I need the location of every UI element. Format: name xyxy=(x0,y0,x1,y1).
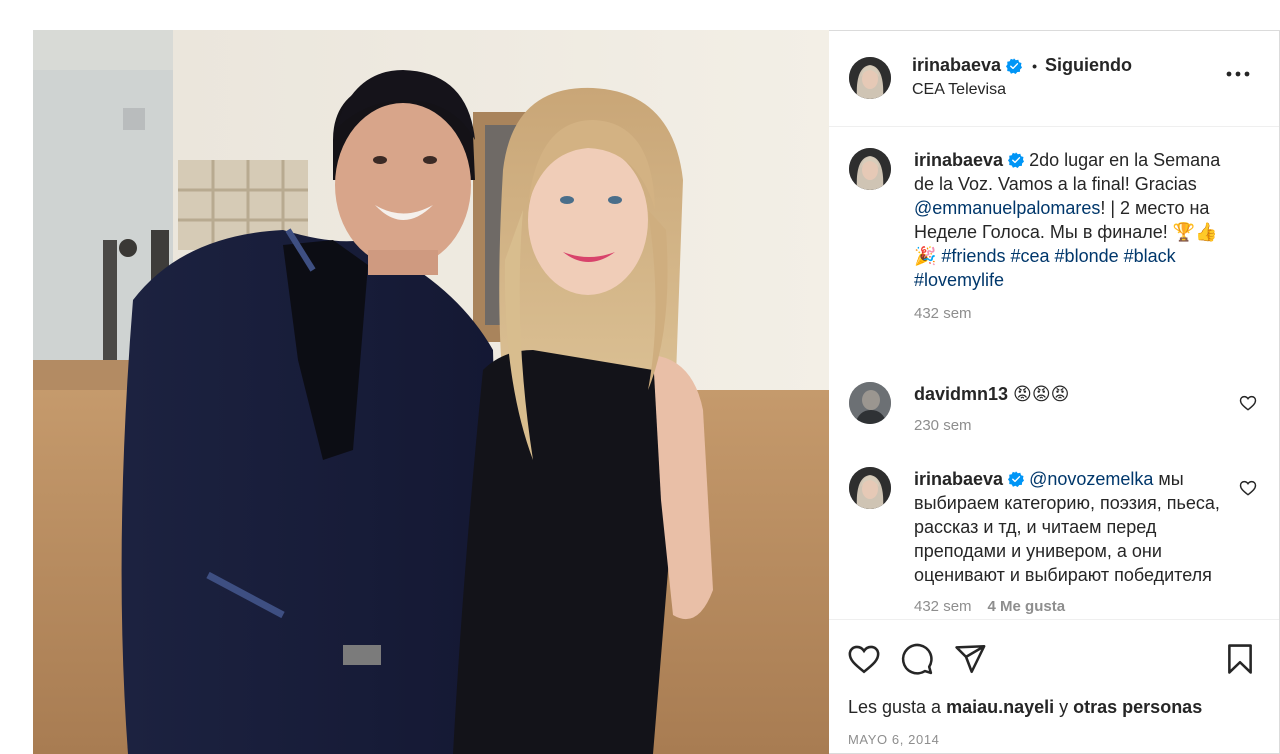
caption-meta: 432 sem xyxy=(914,302,1239,326)
post-dialog: irinabaeva • Siguiendo CEA Televisa irin… xyxy=(33,30,1280,754)
following-button[interactable]: Siguiendo xyxy=(1045,55,1132,76)
heart-icon[interactable] xyxy=(847,642,881,676)
likes-summary: Les gusta a maiau.nayeli y otras persona… xyxy=(848,697,1202,718)
likes-middle: y xyxy=(1054,697,1074,717)
caption-time[interactable]: 432 sem xyxy=(914,302,972,326)
separator-dot: • xyxy=(1032,57,1037,74)
avatar-image xyxy=(849,467,891,509)
comment-likes[interactable]: 4 Me gusta xyxy=(988,595,1066,619)
liker-username[interactable]: maiau.nayeli xyxy=(946,697,1054,717)
comments-list[interactable]: irinabaeva 2do lugar en la Semana de la … xyxy=(829,128,1279,619)
verified-badge-icon xyxy=(1008,152,1025,168)
likes-prefix: Les gusta a xyxy=(848,697,947,717)
comment-meta: 432 sem 4 Me gusta xyxy=(914,595,1233,619)
comment-time[interactable]: 432 sem xyxy=(914,595,972,619)
comment-mention[interactable]: @novozemelka xyxy=(1029,469,1153,489)
post-author-line: irinabaeva • Siguiendo xyxy=(912,55,1132,76)
more-options-icon[interactable] xyxy=(1225,61,1251,87)
comment-time[interactable]: 230 sem xyxy=(914,414,972,438)
share-icon[interactable] xyxy=(953,642,987,676)
hashtag-link[interactable]: #black xyxy=(1124,246,1176,266)
commenter-avatar[interactable] xyxy=(849,382,891,424)
verified-badge-icon xyxy=(1008,471,1025,487)
caption-body: irinabaeva 2do lugar en la Semana de la … xyxy=(914,148,1239,326)
hashtag-link[interactable]: #lovemylife xyxy=(914,270,1004,290)
caption-avatar[interactable] xyxy=(849,148,891,190)
comment-meta: 230 sem xyxy=(914,414,1233,438)
post-photo[interactable] xyxy=(33,30,829,754)
likes-others-link[interactable]: otras personas xyxy=(1073,697,1202,717)
comment-username[interactable]: irinabaeva xyxy=(914,469,1003,489)
bookmark-icon[interactable] xyxy=(1223,642,1257,676)
commenter-avatar[interactable] xyxy=(849,467,891,509)
post-header: irinabaeva • Siguiendo CEA Televisa xyxy=(829,31,1279,127)
caption-username[interactable]: irinabaeva xyxy=(914,150,1003,170)
post-location[interactable]: CEA Televisa xyxy=(912,81,1006,99)
comment-body: irinabaeva @novozemelka мы выбираем кате… xyxy=(914,467,1233,619)
avatar-image xyxy=(849,382,891,424)
photo-two-people-posing xyxy=(33,30,829,754)
comment-text: 😡😡😡 xyxy=(1008,384,1070,404)
caption-mention[interactable]: @emmanuelpalomares xyxy=(914,198,1100,218)
hashtag-link[interactable]: #friends xyxy=(941,246,1005,266)
comment-body: davidmn13 😡😡😡 230 sem xyxy=(914,382,1233,438)
hashtag-link[interactable]: #cea xyxy=(1010,246,1049,266)
comment-icon[interactable] xyxy=(900,642,934,676)
author-username[interactable]: irinabaeva xyxy=(912,55,1001,76)
verified-badge-icon xyxy=(1006,57,1023,74)
post-side-panel: irinabaeva • Siguiendo CEA Televisa irin… xyxy=(829,30,1280,754)
post-date[interactable]: MAYO 6, 2014 xyxy=(848,732,940,747)
hashtag-link[interactable]: #blonde xyxy=(1055,246,1119,266)
comment-username[interactable]: davidmn13 xyxy=(914,384,1008,404)
post-actions: Les gusta a maiau.nayeli y otras persona… xyxy=(829,619,1279,754)
author-avatar[interactable] xyxy=(849,57,891,99)
heart-icon[interactable] xyxy=(1239,394,1257,412)
avatar-image xyxy=(849,148,891,190)
avatar-image xyxy=(849,57,891,99)
heart-icon[interactable] xyxy=(1239,479,1257,497)
